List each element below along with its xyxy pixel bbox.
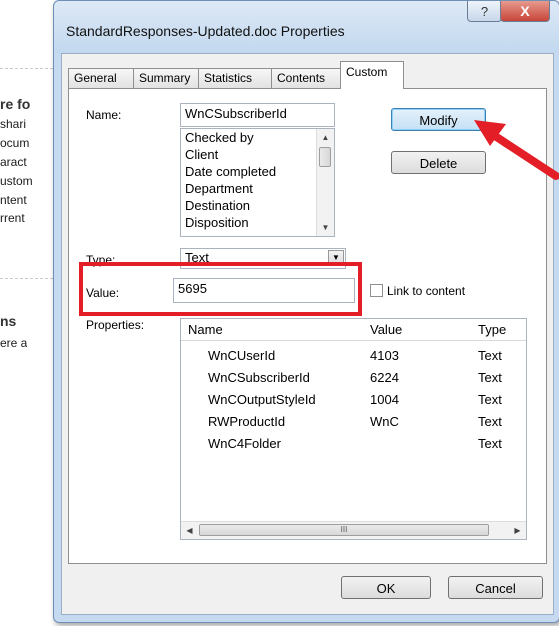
cell-name: RWProductId <box>208 414 286 429</box>
bg-text: shari <box>0 117 27 131</box>
list-item[interactable]: Destination <box>181 197 334 214</box>
highlight-box <box>79 262 362 316</box>
dialog-title: StandardResponses-Updated.doc Properties <box>66 23 345 39</box>
cell-value: WnC <box>370 414 399 429</box>
name-label: Name: <box>86 108 122 122</box>
list-item[interactable]: Client <box>181 146 334 163</box>
table-row[interactable]: WnCSubscriberId 6224 Text <box>181 367 526 389</box>
bg-text: aract <box>0 155 27 169</box>
ok-button[interactable]: OK <box>341 576 431 599</box>
bg-text: ns <box>0 313 17 329</box>
table-row[interactable]: WnC4Folder Text <box>181 433 526 455</box>
cell-name: WnC4Folder <box>208 436 281 451</box>
cell-type: Text <box>478 370 502 385</box>
list-scrollbar[interactable]: ▲ ▼ <box>316 129 334 236</box>
table-horizontal-scrollbar[interactable]: ◀ III ▶ <box>181 521 526 539</box>
help-button[interactable]: ? <box>467 1 502 22</box>
list-item[interactable]: Date completed <box>181 163 334 180</box>
tab-contents[interactable]: Contents <box>271 68 341 88</box>
column-header-type[interactable]: Type <box>478 322 506 337</box>
cell-name: WnCSubscriberId <box>208 370 310 385</box>
cell-type: Text <box>478 392 502 407</box>
cell-name: WnCOutputStyleId <box>208 392 316 407</box>
help-icon: ? <box>480 3 489 19</box>
link-to-content-checkbox[interactable] <box>370 284 383 297</box>
tab-custom[interactable]: Custom <box>340 61 404 89</box>
column-header-name[interactable]: Name <box>188 322 223 337</box>
scroll-down-icon[interactable]: ▼ <box>317 219 334 236</box>
tab-summary[interactable]: Summary <box>133 68 199 88</box>
cell-type: Text <box>478 414 502 429</box>
scroll-thumb[interactable]: III <box>199 524 489 536</box>
scroll-up-icon[interactable]: ▲ <box>317 129 334 146</box>
table-header: Name Value Type <box>181 319 526 341</box>
close-button[interactable]: X <box>500 1 550 22</box>
cell-value: 1004 <box>370 392 399 407</box>
cell-value: 4103 <box>370 348 399 363</box>
name-suggestion-list[interactable]: Checked by Client Date completed Departm… <box>180 128 335 237</box>
title-bar[interactable]: StandardResponses-Updated.doc Properties… <box>54 1 559 53</box>
close-icon: X <box>520 3 530 19</box>
properties-label: Properties: <box>86 318 145 332</box>
list-item[interactable]: Department <box>181 180 334 197</box>
cell-type: Text <box>478 436 502 451</box>
column-header-value[interactable]: Value <box>370 322 402 337</box>
annotation-arrow-icon <box>474 120 559 180</box>
link-to-content-label: Link to content <box>387 284 466 298</box>
list-item[interactable]: Disposition <box>181 214 334 231</box>
scroll-right-icon[interactable]: ▶ <box>509 522 526 539</box>
name-input[interactable]: WnCSubscriberId <box>180 103 335 127</box>
tab-general[interactable]: General <box>68 68 134 88</box>
bg-text: ntent <box>0 193 27 207</box>
list-item[interactable]: Checked by <box>181 129 334 146</box>
cell-name: WnCUserId <box>208 348 276 363</box>
table-row[interactable]: WnCUserId 4103 Text <box>181 345 526 367</box>
scroll-thumb[interactable] <box>319 147 331 167</box>
bg-text: rrent <box>0 211 25 225</box>
table-row[interactable]: RWProductId WnC Text <box>181 411 526 433</box>
bg-text: re fo <box>0 96 31 112</box>
cell-value: 6224 <box>370 370 399 385</box>
table-row[interactable]: WnCOutputStyleId 1004 Text <box>181 389 526 411</box>
bg-text: ustom <box>0 174 33 188</box>
properties-table[interactable]: Name Value Type WnCUserId 4103 Text WnCS… <box>180 318 527 540</box>
cell-type: Text <box>478 348 502 363</box>
scroll-left-icon[interactable]: ◀ <box>181 522 198 539</box>
bg-text: ocum <box>0 136 30 150</box>
cancel-button[interactable]: Cancel <box>448 576 543 599</box>
tab-statistics[interactable]: Statistics <box>198 68 272 88</box>
bg-text: ere a <box>0 336 28 350</box>
